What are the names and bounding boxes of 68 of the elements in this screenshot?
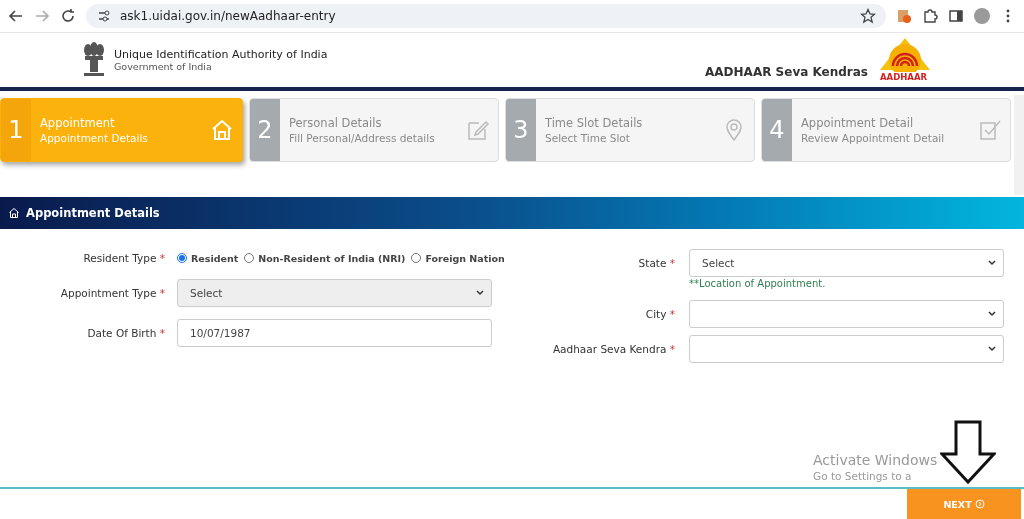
profile-avatar[interactable]	[974, 8, 990, 24]
field-hint: **Location of Appointment.	[689, 278, 827, 289]
star-icon[interactable]	[860, 8, 876, 24]
step-title: Time Slot Details	[545, 116, 644, 130]
step-number: 2	[250, 99, 280, 161]
select-field[interactable]	[689, 335, 1004, 363]
logo-text: AADHAAR	[879, 72, 929, 82]
caret-icon	[987, 344, 997, 354]
field-label: Date Of Birth	[87, 327, 157, 339]
step-subtitle: Appointment Details	[40, 132, 149, 144]
sidebar-icon[interactable]	[948, 8, 964, 24]
radio-button[interactable]	[177, 253, 187, 263]
required-mark: *	[669, 308, 675, 320]
forward-icon[interactable]	[34, 8, 50, 24]
organization-name: Unique Identification Authority of India	[114, 48, 329, 61]
activation-notice-text: Go to Settings to a	[813, 470, 913, 482]
required-mark: *	[669, 257, 675, 269]
field-label: Resident Type	[83, 252, 157, 264]
home-icon	[8, 207, 20, 219]
required-mark: *	[159, 287, 165, 299]
step-subtitle: Fill Personal/Address details	[289, 132, 436, 144]
step-tab[interactable]: 4 Appointment Detail Review Appointment Detail	[761, 98, 1011, 162]
back-icon[interactable]	[8, 8, 24, 24]
home-icon	[210, 118, 234, 142]
organization-subtitle: Government of India	[114, 61, 213, 72]
reload-icon[interactable]	[60, 8, 76, 24]
extension-icon[interactable]	[896, 8, 912, 24]
field-label: Aadhaar Seva Kendra	[552, 343, 667, 355]
checkbox-icon	[978, 118, 1002, 142]
select-field[interactable]: Select	[689, 249, 1004, 277]
caret-icon	[987, 309, 997, 319]
puzzle-icon[interactable]	[922, 8, 938, 24]
required-mark: *	[159, 327, 165, 339]
chevron-circle-icon	[974, 499, 985, 509]
down-arrow-icon	[940, 420, 996, 484]
radio-label: Non-Resident of India (NRI)	[258, 252, 406, 264]
edit-icon	[466, 118, 490, 142]
step-title: Appointment	[40, 116, 116, 130]
select-field[interactable]	[689, 300, 1004, 328]
step-tab[interactable]: 3 Time Slot Details Select Time Slot	[505, 98, 755, 162]
field-label: City	[645, 308, 667, 320]
step-title: Appointment Detail	[801, 116, 915, 130]
step-subtitle: Select Time Slot	[545, 132, 631, 144]
step-number: 3	[506, 99, 536, 161]
next-button[interactable]: NEXT	[907, 489, 1021, 519]
required-mark: *	[159, 252, 165, 264]
radio-label: Foreign Nation	[425, 252, 505, 264]
field-label: Appointment Type	[60, 287, 157, 299]
radio-button[interactable]	[411, 253, 422, 263]
brand-title: AADHAAR Seva Kendras	[705, 65, 868, 79]
input-field[interactable]: 10/07/1987	[177, 319, 492, 347]
site-settings-icon[interactable]	[96, 8, 112, 24]
step-tab[interactable]: 1 Appointment Appointment Details	[0, 98, 243, 162]
radio-label: Resident	[191, 252, 239, 264]
activation-notice-title: Activate Windows	[813, 452, 938, 468]
required-mark: *	[669, 343, 675, 355]
emblem-icon	[82, 41, 106, 79]
step-number: 4	[762, 99, 792, 161]
step-title: Personal Details	[289, 116, 383, 130]
step-subtitle: Review Appointment Detail	[801, 132, 946, 144]
step-tab[interactable]: 2 Personal Details Fill Personal/Address details	[249, 98, 499, 162]
section-title: Appointment Details	[26, 206, 160, 220]
address-bar[interactable]: ask1.uidai.gov.in/newAadhaar-entry	[86, 4, 886, 28]
radio-button[interactable]	[244, 253, 255, 263]
caret-icon	[987, 258, 997, 268]
field-label: State	[638, 257, 667, 269]
caret-icon	[475, 288, 485, 298]
step-number: 1	[1, 99, 31, 161]
